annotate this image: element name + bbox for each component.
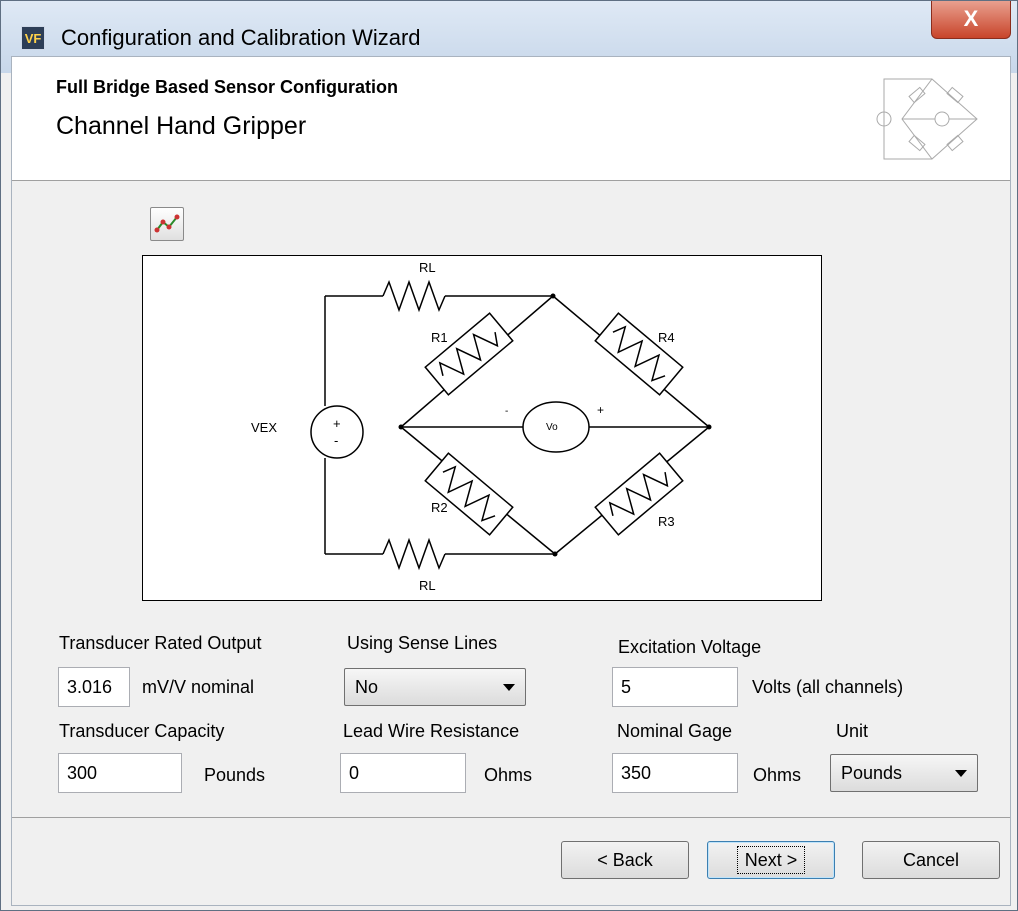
excitation-input[interactable]: 5	[612, 667, 738, 707]
next-button[interactable]: Next >	[707, 841, 835, 879]
page-title: Full Bridge Based Sensor Configuration	[56, 77, 399, 97]
chart-button[interactable]	[150, 207, 184, 241]
vo-plus: +	[597, 403, 604, 417]
lead-wire-label: Lead Wire Resistance	[343, 721, 520, 741]
bridge-thumbnail-icon	[862, 69, 994, 169]
nominal-gage-label: Nominal Gage	[617, 721, 733, 741]
back-button[interactable]: < Back	[561, 841, 689, 879]
vo-minus: -	[505, 406, 508, 417]
vex-plus: +	[333, 416, 341, 431]
sense-lines-value: No	[355, 677, 379, 697]
next-button-label: Next >	[736, 846, 806, 874]
vex-label: VEX	[251, 420, 277, 435]
wizard-content: Full Bridge Based Sensor Configuration C…	[11, 56, 1011, 906]
rated-output-unit: mV/V nominal	[142, 677, 255, 697]
capacity-label: Transducer Capacity	[59, 721, 225, 741]
rl-top-label: RL	[419, 260, 436, 275]
sense-lines-select[interactable]: No	[344, 668, 526, 706]
window-title: Configuration and Calibration Wizard	[61, 25, 421, 50]
lead-wire-input[interactable]: 0	[340, 753, 466, 793]
nominal-gage-input[interactable]: 350	[612, 753, 738, 793]
cancel-button[interactable]: Cancel	[862, 841, 1000, 879]
unit-value: Pounds	[841, 763, 903, 783]
lead-wire-unit: Ohms	[484, 765, 533, 785]
excitation-label: Excitation Voltage	[618, 637, 762, 657]
nominal-gage-unit: Ohms	[753, 765, 802, 785]
footer-divider	[12, 817, 1010, 818]
vex-minus: -	[334, 433, 338, 448]
capacity-input[interactable]: 300	[58, 753, 182, 793]
unit-label: Unit	[836, 721, 869, 741]
r4-label: R4	[658, 330, 675, 345]
page-subtitle: Channel Hand Gripper	[56, 112, 307, 140]
rated-output-input[interactable]: 3.016	[58, 667, 130, 707]
sense-lines-label: Using Sense Lines	[347, 633, 498, 653]
close-button[interactable]: X	[931, 1, 1011, 39]
rl-bottom-label: RL	[419, 578, 436, 593]
wheatstone-bridge-schematic: RL RL R1 R4 R2 R3 VEX Vo + - - +	[251, 260, 712, 593]
r3-label: R3	[658, 514, 675, 529]
chart-icon	[154, 214, 180, 233]
capacity-unit: Pounds	[204, 765, 266, 785]
chevron-down-icon	[503, 684, 515, 691]
wizard-window: VF Configuration and Calibration Wizard …	[0, 0, 1018, 911]
vo-label: Vo	[546, 422, 558, 433]
wizard-header: Full Bridge Based Sensor Configuration C…	[12, 57, 1010, 181]
r2-label: R2	[431, 500, 448, 515]
r1-label: R1	[431, 330, 448, 345]
excitation-unit: Volts (all channels)	[752, 677, 904, 697]
app-icon: VF	[21, 26, 45, 50]
rated-output-label: Transducer Rated Output	[59, 633, 262, 653]
bridge-diagram: RL RL R1 R4 R2 R3 VEX Vo + - - +	[142, 255, 822, 601]
chevron-down-icon	[955, 770, 967, 777]
unit-select[interactable]: Pounds	[830, 754, 978, 792]
